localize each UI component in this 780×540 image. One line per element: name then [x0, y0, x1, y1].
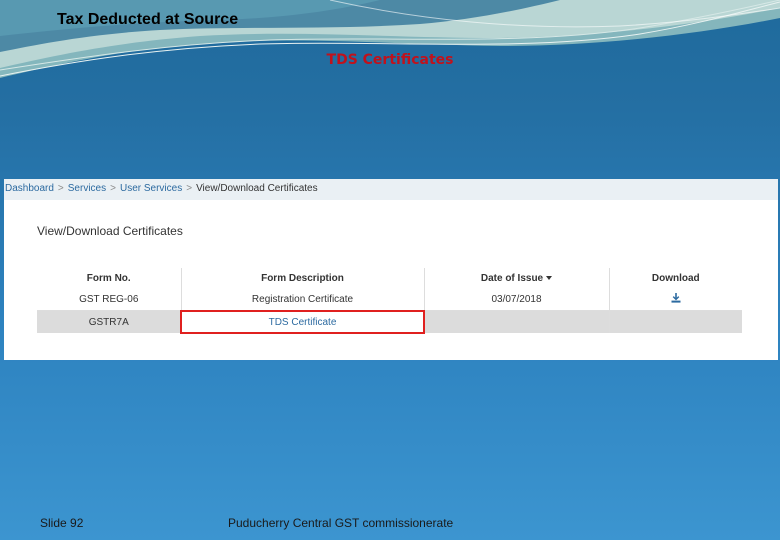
breadcrumb-separator: >: [57, 183, 64, 194]
cell-download: [608, 310, 742, 333]
slide-subtitle: TDS Certificates: [326, 52, 454, 68]
breadcrumb-separator: >: [110, 183, 116, 194]
slide-number: Slide 92: [40, 516, 84, 530]
breadcrumb-current: View/Download Certificates: [196, 183, 318, 194]
page-heading: View/Download Certificates: [37, 224, 183, 238]
download-icon[interactable]: [671, 293, 681, 303]
cell-date-of-issue: 03/07/2018: [423, 289, 609, 311]
breadcrumb-separator: >: [186, 183, 193, 194]
breadcrumb-dashboard[interactable]: Dashboard: [5, 183, 54, 194]
portal-screenshot: Dashboard > Services > User Services > View/Do…: [4, 179, 778, 360]
certificates-table: Form No. Form Description Date of Issue …: [37, 268, 742, 334]
cell-download: [608, 289, 742, 311]
tds-certificate-link[interactable]: TDS Certificate: [180, 309, 425, 334]
table-row: GSTR7A TDS Certificate: [37, 309, 742, 334]
footer-organization: Puducherry Central GST commissionerate: [228, 516, 454, 530]
breadcrumb-user-services[interactable]: User Services: [120, 183, 182, 194]
table-header-row: Form No. Form Description Date of Issue …: [37, 268, 742, 289]
table-row: GST REG-06 Registration Certificate 03/0…: [37, 289, 742, 311]
breadcrumb: Dashboard > Services > User Services > View/Do…: [4, 179, 778, 200]
column-header-date-of-issue[interactable]: Date of Issue: [423, 268, 609, 289]
cell-form-description: Registration Certificate: [180, 289, 424, 311]
sort-caret-icon[interactable]: [546, 276, 553, 281]
cell-form-no: GSTR7A: [37, 310, 181, 333]
column-header-form-description: Form Description: [180, 268, 424, 289]
breadcrumb-services[interactable]: Services: [68, 183, 106, 194]
column-header-form-no: Form No.: [86, 273, 131, 284]
cell-form-no: GST REG-06: [37, 289, 181, 311]
cell-date-of-issue: [423, 310, 609, 333]
column-header-download: Download: [608, 268, 742, 289]
slide-title: Tax Deducted at Source: [57, 11, 239, 28]
